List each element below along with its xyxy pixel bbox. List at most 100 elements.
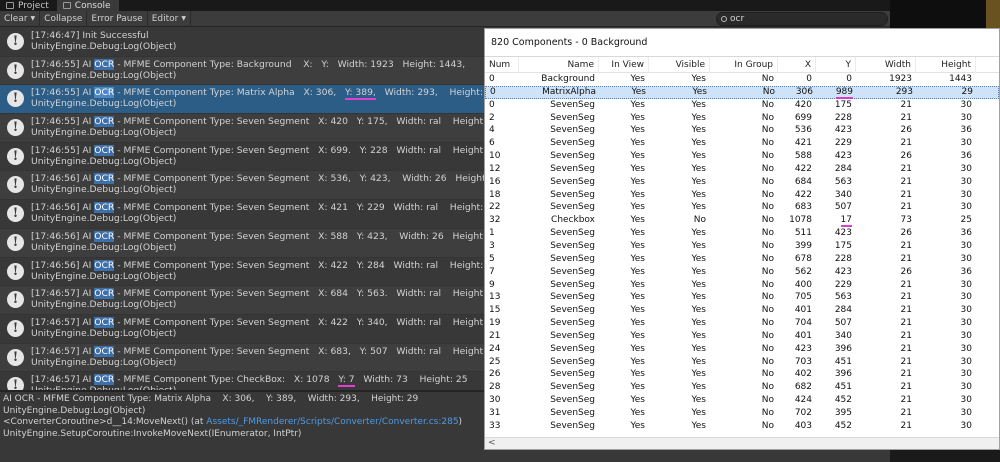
cell-value: SevenSeg	[550, 138, 595, 149]
table-row[interactable]: 12 SevenSeg Yes Yes No 422 284 21 30	[485, 163, 999, 176]
log-entry[interactable]: ! [17:46:55] AI OCR - MFME Component Type…	[0, 56, 484, 86]
tab-project[interactable]: Project	[0, 0, 57, 11]
table-row[interactable]: 33 SevenSeg Yes Yes No 403 452 21 30	[485, 420, 999, 433]
table-row[interactable]: 32 Checkbox Yes No No 1078 17 73 25	[485, 214, 999, 228]
log-entry[interactable]: ! [17:46:55] AI OCR - MFME Component Type…	[0, 143, 484, 172]
log-stack: UnityEngine.Debug:Log(Object)	[31, 41, 177, 52]
search-input[interactable]	[730, 14, 870, 24]
table-row[interactable]: 10 SevenSeg Yes Yes No 588 423 26 36	[485, 150, 999, 163]
table-row[interactable]: 18 SevenSeg Yes Yes No 422 340 21 30	[485, 189, 999, 202]
log-entry[interactable]: ! [17:46:55] AI OCR - MFME Component Type…	[0, 114, 484, 143]
cell-value: 21	[489, 330, 501, 341]
column-header[interactable]: Visible	[649, 56, 710, 73]
log-entry[interactable]: ! [17:46:56] AI OCR - MFME Component Type…	[0, 171, 484, 201]
table-cell: Yes	[649, 112, 710, 125]
table-row[interactable]: 26 SevenSeg Yes Yes No 402 396 21 30	[485, 368, 999, 381]
table-cell: SevenSeg	[519, 137, 599, 150]
log-list[interactable]: ! [17:46:47] Init Successful UnityEngine.D…	[0, 28, 484, 390]
editor-dropdown[interactable]: Editor ▼	[148, 10, 191, 27]
source-file-link[interactable]: Assets/_FMRenderer/Scripts/Converter/Con…	[206, 417, 458, 427]
table-cell: No	[710, 163, 778, 176]
scroll-left-icon[interactable]: <	[488, 438, 496, 449]
table-cell: 21	[856, 189, 916, 202]
cell-value: SevenSeg	[550, 163, 595, 174]
log-entry[interactable]: ! [17:46:57] AI OCR - MFME Component Type…	[0, 315, 484, 344]
column-header[interactable]: Y	[816, 56, 856, 73]
table-row[interactable]: 2 SevenSeg Yes Yes No 699 228 21 30	[485, 112, 999, 125]
chevron-down-icon[interactable]: ▼	[31, 15, 36, 22]
table-row[interactable]: 9 SevenSeg Yes Yes No 400 229 21 30	[485, 279, 999, 292]
table-row[interactable]: 5 SevenSeg Yes Yes No 678 228 21 30	[485, 253, 999, 266]
collapse-button[interactable]: Collapse	[40, 10, 88, 27]
column-header[interactable]: In Group	[710, 56, 778, 73]
log-entry[interactable]: ! [17:46:56] AI OCR - MFME Component Type…	[0, 258, 484, 287]
cell-value: 21	[900, 279, 912, 290]
tab-console[interactable]: Console	[56, 0, 119, 11]
table-row[interactable]: 3 SevenSeg Yes Yes No 399 175 21 30	[485, 240, 999, 253]
table-row[interactable]: 21 SevenSeg Yes Yes No 401 340 21 30	[485, 330, 999, 343]
info-icon: !	[7, 147, 24, 165]
table-row[interactable]: 24 SevenSeg Yes Yes No 423 396 21 30	[485, 343, 999, 356]
components-caption: 820 Components - 0 Background	[485, 29, 999, 57]
table-row[interactable]: 31 SevenSeg Yes Yes No 702 395 21 30	[485, 407, 999, 420]
background-strip	[986, 0, 1000, 28]
table-row[interactable]: 1 SevenSeg Yes Yes No 511 423 26 36	[485, 227, 999, 240]
table-row[interactable]: 28 SevenSeg Yes Yes No 682 451 21 30	[485, 381, 999, 394]
table-row[interactable]: 0 SevenSeg Yes Yes No 420 175 21 30	[485, 99, 999, 112]
table-cell: SevenSeg	[519, 227, 599, 240]
log-entry[interactable]: ! [17:46:47] Init Successful UnityEngine.D…	[0, 28, 484, 57]
column-header[interactable]: Width	[856, 56, 916, 73]
cell-value: No	[761, 266, 774, 277]
cell-value: 28	[489, 382, 501, 393]
column-header[interactable]: X	[778, 56, 816, 73]
column-header[interactable]: Height	[916, 56, 976, 73]
table-row[interactable]: 25 SevenSeg Yes Yes No 703 451 21 30	[485, 356, 999, 369]
table-row[interactable]: 15 SevenSeg Yes Yes No 401 284 21 30	[485, 304, 999, 317]
search-match: OCR	[94, 58, 115, 70]
log-entry[interactable]: ! [17:46:57] AI OCR - MFME Component Type…	[0, 343, 484, 373]
cell-value: Yes	[691, 356, 706, 367]
table-row[interactable]: 16 SevenSeg Yes Yes No 684 563 21 30	[485, 176, 999, 189]
search-field[interactable]	[716, 12, 888, 26]
log-entry[interactable]: ! [17:46:57] AI OCR - MFME Component Type…	[0, 372, 484, 390]
cell-value: 21	[900, 112, 912, 123]
cell-value: 175	[834, 240, 852, 251]
table-row[interactable]: 4 SevenSeg Yes Yes No 536 423 26 36	[485, 124, 999, 137]
table-cell: No	[710, 112, 778, 125]
table-cell: 36	[916, 266, 976, 279]
table-row[interactable]: 13 SevenSeg Yes Yes No 705 563 21 30	[485, 291, 999, 304]
table-row[interactable]: 6 SevenSeg Yes Yes No 421 229 21 30	[485, 137, 999, 150]
log-entry[interactable]: ! [17:46:56] AI OCR - MFME Component Type…	[0, 228, 484, 258]
table-row[interactable]: 19 SevenSeg Yes Yes No 704 507 21 30	[485, 317, 999, 330]
log-entry[interactable]: ! [17:46:56] AI OCR - MFME Component Type…	[0, 200, 484, 229]
table-row[interactable]: 22 SevenSeg Yes Yes No 683 507 21 30	[485, 201, 999, 214]
table-row[interactable]: 0 Background Yes Yes No 0 0 1923 1443	[485, 73, 999, 86]
cell-value: 21	[900, 395, 912, 406]
table-row[interactable]: 7 SevenSeg Yes Yes No 562 423 26 36	[485, 266, 999, 279]
log-entry[interactable]: ! [17:46:57] AI OCR - MFME Component Type…	[0, 286, 484, 315]
table-cell: 452	[816, 394, 856, 407]
cell-value: Yes	[691, 318, 706, 329]
horizontal-scrollbar[interactable]: <	[485, 437, 999, 449]
clear-button[interactable]: Clear ▼	[0, 10, 41, 27]
table-body[interactable]: 0 Background Yes Yes No 0 0 1923 1443 0 MatrixAlph…	[485, 73, 999, 433]
table-cell: 21	[856, 407, 916, 420]
cell-value: 403	[794, 420, 812, 431]
table-row[interactable]: 0 MatrixAlpha Yes Yes No 306 989 293 29	[485, 85, 999, 99]
table-row[interactable]: 30 SevenSeg Yes Yes No 424 452 21 30	[485, 394, 999, 407]
cell-value: Yes	[630, 74, 645, 84]
column-header[interactable]: Num	[485, 56, 519, 73]
table-cell: No	[649, 214, 710, 227]
table-cell: SevenSeg	[519, 317, 599, 330]
table-cell: 30	[916, 368, 976, 381]
column-header[interactable]: Name	[519, 56, 599, 73]
cell-value: 36	[960, 266, 972, 277]
table-cell: 30	[916, 381, 976, 394]
cell-value: Yes	[691, 202, 706, 213]
cell-value: 396	[834, 369, 852, 380]
log-entry[interactable]: ! [17:46:55] AI OCR - MFME Component Type…	[0, 85, 484, 115]
cell-value: 401	[794, 305, 812, 316]
cell-value: Yes	[630, 266, 645, 277]
error-pause-button[interactable]: Error Pause	[87, 10, 148, 27]
column-header[interactable]: In View	[599, 56, 649, 73]
